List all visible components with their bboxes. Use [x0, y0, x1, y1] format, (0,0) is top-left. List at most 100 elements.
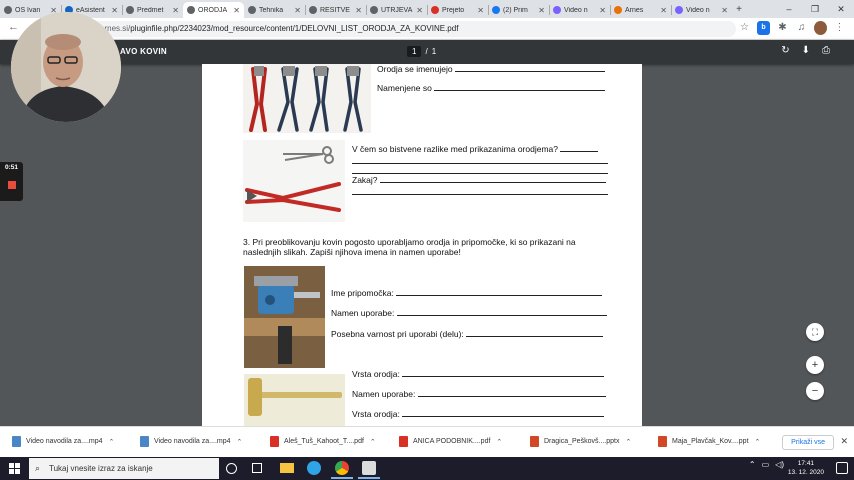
zoom-out-button[interactable]: −: [806, 382, 824, 400]
tab-close-icon[interactable]: ✕: [111, 6, 118, 15]
tools-purpose-answer-line[interactable]: [434, 83, 606, 91]
type-b-answer-line[interactable]: [402, 409, 605, 417]
taskbar-search-placeholder: Tukaj vnesite izraz za iskanje: [49, 464, 153, 473]
chevron-up-icon[interactable]: ⌃: [625, 438, 631, 446]
tab-close-icon[interactable]: ✕: [233, 6, 240, 15]
screen-recorder-icon[interactable]: [362, 461, 376, 475]
maximize-button[interactable]: ❐: [802, 0, 828, 18]
extension-icon[interactable]: b: [757, 21, 770, 35]
downloads-bar: Prikaži vse ✕ Video navodila za....mp4 ⌃ V…: [0, 426, 854, 457]
download-item[interactable]: ANICA PODOBNIK....pdf ⌃: [399, 436, 502, 447]
media-control-icon[interactable]: ♫: [795, 21, 808, 35]
rotate-icon[interactable]: ↻: [781, 45, 789, 56]
address-bar-icons: ☆ b ✱ ♫ ⋮: [738, 21, 846, 35]
show-all-downloads-button[interactable]: Prikaži vse: [782, 435, 834, 450]
browser-tab[interactable]: Prejeto ✕: [427, 2, 488, 18]
task-view-icon[interactable]: [252, 463, 262, 473]
presenter-video-image: [11, 12, 121, 122]
tab-close-icon[interactable]: ✕: [294, 6, 301, 15]
difference-answer-line[interactable]: [560, 144, 599, 152]
minimize-button[interactable]: –: [776, 0, 802, 18]
question-3-line2: naslednjih slikah. Zapiši njihova imena …: [243, 247, 461, 257]
profile-avatar[interactable]: [814, 21, 827, 35]
windows-start-icon[interactable]: [9, 463, 20, 474]
tools-named-answer-line[interactable]: [454, 64, 605, 72]
bench-vise-image: [244, 266, 325, 368]
tool-use-label: Namen uporabe:: [331, 308, 395, 318]
system-tray: ⌃ ▭ ◁): [749, 460, 784, 469]
zoom-in-button[interactable]: +: [806, 356, 824, 374]
chevron-up-icon[interactable]: ⌃: [755, 438, 761, 446]
type-b-row: Vrsta orodja:: [352, 409, 605, 419]
new-tab-button[interactable]: +: [732, 2, 746, 18]
tab-close-icon[interactable]: ✕: [660, 6, 667, 15]
browser-tab[interactable]: ORODJA ✕: [183, 2, 244, 18]
notifications-icon[interactable]: [836, 462, 848, 474]
cortana-icon[interactable]: [226, 463, 237, 474]
chevron-up-icon[interactable]: ⌃: [237, 438, 243, 446]
browser-tab[interactable]: Predmet ✕: [122, 2, 183, 18]
download-item[interactable]: Maja_Plavčak_Kov....ppt ⌃: [658, 436, 760, 447]
clock-time: 17:41: [797, 460, 815, 467]
menu-kebab-icon[interactable]: ⋮: [833, 21, 846, 35]
tab-label: ORODJA: [198, 6, 228, 14]
tab-close-icon[interactable]: ✕: [172, 6, 179, 15]
tool-use-answer-line[interactable]: [396, 308, 607, 316]
volume-icon[interactable]: ◁): [775, 460, 784, 469]
taskbar-search-input[interactable]: ⌕ Tukaj vnesite izraz za iskanje: [29, 458, 219, 479]
tab-close-icon[interactable]: ✕: [477, 6, 484, 15]
type-a-answer-line[interactable]: [402, 369, 605, 377]
chevron-up-icon[interactable]: ⌃: [370, 438, 376, 446]
tab-favicon-icon: [248, 6, 256, 14]
download-item[interactable]: Dragica_Peškovš....pptx ⌃: [530, 436, 631, 447]
browser-tab[interactable]: Video n ✕: [671, 2, 732, 18]
tab-label: eAsistent: [76, 6, 105, 14]
print-icon[interactable]: ⎙: [822, 45, 830, 56]
difference-label: V čem so bistvene razlike med prikazanim…: [352, 144, 558, 154]
why-answer-line[interactable]: [379, 175, 606, 183]
close-window-button[interactable]: ✕: [828, 0, 854, 18]
download-item[interactable]: Video navodila za....mp4 ⌃: [12, 436, 114, 447]
answer-line[interactable]: [352, 194, 608, 195]
file-explorer-icon[interactable]: [280, 463, 294, 473]
tool-name-answer-line[interactable]: [396, 288, 603, 296]
tab-favicon-icon: [187, 6, 195, 14]
browser-tab[interactable]: Tehnika ✕: [244, 2, 305, 18]
browser-tab[interactable]: (2) Prim ✕: [488, 2, 549, 18]
bookmark-star-icon[interactable]: ☆: [738, 21, 751, 35]
extensions-puzzle-icon[interactable]: ✱: [776, 21, 789, 35]
browser-tab[interactable]: Video n ✕: [549, 2, 610, 18]
answer-line[interactable]: [352, 173, 608, 174]
scissors-and-snips-image: [243, 140, 345, 222]
tab-close-icon[interactable]: ✕: [355, 6, 362, 15]
download-item[interactable]: Video navodila za....mp4 ⌃: [140, 436, 242, 447]
use-a-answer-line[interactable]: [417, 389, 606, 397]
page-number-input[interactable]: 1: [407, 46, 422, 57]
tab-close-icon[interactable]: ✕: [599, 6, 606, 15]
url-input[interactable]: arnes.si/pluginfile.php/2234023/mod_reso…: [60, 21, 736, 37]
answer-line[interactable]: [352, 163, 608, 164]
browser-tab[interactable]: REŠITVE ✕: [305, 2, 366, 18]
network-icon[interactable]: ▭: [762, 460, 770, 469]
download-icon[interactable]: ⬇: [802, 45, 810, 56]
tab-close-icon[interactable]: ✕: [538, 6, 545, 15]
tab-close-icon[interactable]: ✕: [721, 6, 728, 15]
close-downloads-bar-icon[interactable]: ✕: [840, 436, 848, 447]
browser-tab[interactable]: UTRJEVA ✕: [366, 2, 427, 18]
tab-close-icon[interactable]: ✕: [416, 6, 423, 15]
chevron-up-icon[interactable]: ⌃: [109, 438, 115, 446]
browser-tab[interactable]: Arnes ✕: [610, 2, 671, 18]
stop-recording-icon[interactable]: [7, 181, 16, 189]
tool-caution-answer-line[interactable]: [466, 329, 604, 337]
tin-snips-image: [243, 64, 371, 133]
fit-page-button[interactable]: ⛶: [806, 323, 824, 341]
back-button[interactable]: ←: [8, 21, 19, 33]
chrome-icon[interactable]: [335, 461, 349, 475]
download-item[interactable]: Aleš_Tuš_Kahoot_T....pdf ⌃: [270, 436, 376, 447]
edge-icon[interactable]: [307, 461, 321, 475]
tab-favicon-icon: [492, 6, 500, 14]
pdf-actions: ↻ ⬇ ⎙: [781, 45, 830, 56]
taskbar-clock[interactable]: 17:41 13. 12. 2020: [788, 459, 824, 477]
tray-chevron-icon[interactable]: ⌃: [749, 460, 756, 469]
chevron-up-icon[interactable]: ⌃: [496, 438, 502, 446]
